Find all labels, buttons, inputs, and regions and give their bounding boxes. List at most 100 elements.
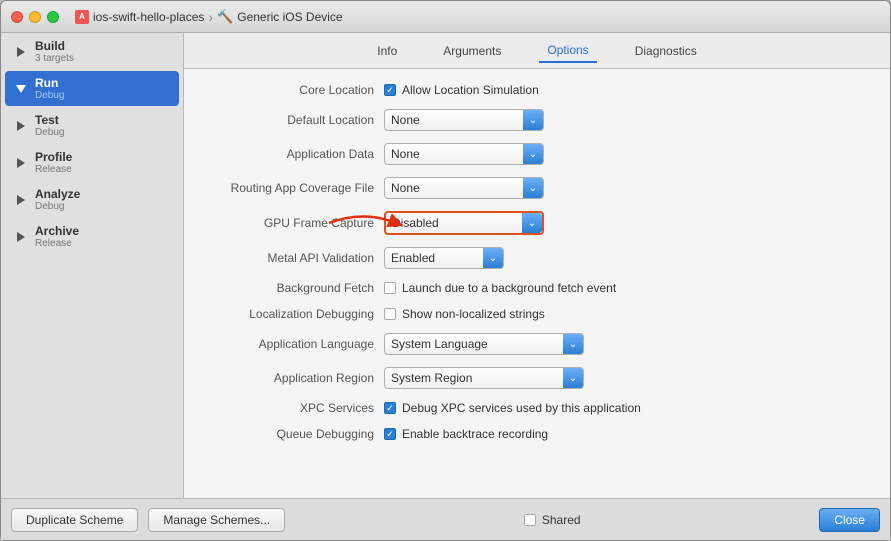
analyze-subtitle: Debug xyxy=(35,201,80,212)
project-name: ios-swift-hello-places xyxy=(93,10,204,24)
application-data-label: Application Data xyxy=(204,147,384,161)
run-title: Run xyxy=(35,76,64,90)
sidebar-item-archive[interactable]: Archive Release xyxy=(5,219,179,254)
gpu-frame-capture-row: GPU Frame Capture Disabled ⌄ xyxy=(204,211,870,235)
test-title: Test xyxy=(35,113,64,127)
core-location-row: Core Location Allow Location Simulation xyxy=(204,83,870,97)
application-data-control: None ⌄ xyxy=(384,143,870,165)
localization-debugging-checkbox[interactable] xyxy=(384,308,396,320)
gpu-frame-capture-arrow: ⌄ xyxy=(522,213,542,233)
sidebar-item-profile[interactable]: Profile Release xyxy=(5,145,179,180)
build-icon xyxy=(13,44,29,60)
close-button[interactable]: Close xyxy=(819,508,880,532)
tab-options[interactable]: Options xyxy=(539,39,596,63)
profile-title: Profile xyxy=(35,150,72,164)
sidebar: Build 3 targets Run Debug xyxy=(1,33,184,498)
analyze-icon xyxy=(13,192,29,208)
localization-debugging-row: Localization Debugging Show non-localize… xyxy=(204,307,870,321)
run-subtitle: Debug xyxy=(35,90,64,101)
core-location-checkbox[interactable] xyxy=(384,84,396,96)
shared-checkbox[interactable] xyxy=(524,514,536,526)
titlebar: A ios-swift-hello-places › 🔨 Generic iOS… xyxy=(1,1,890,33)
routing-app-row: Routing App Coverage File None ⌄ xyxy=(204,177,870,199)
settings-area: Core Location Allow Location Simulation … xyxy=(184,69,890,498)
metal-api-select[interactable]: Enabled ⌄ xyxy=(384,247,504,269)
device-name: Generic iOS Device xyxy=(237,10,342,24)
run-text: Run Debug xyxy=(35,76,64,101)
application-region-row: Application Region System Region ⌄ xyxy=(204,367,870,389)
queue-debugging-control: Enable backtrace recording xyxy=(384,427,870,441)
close-window-button[interactable] xyxy=(11,11,23,23)
analyze-text: Analyze Debug xyxy=(35,187,80,212)
routing-app-label: Routing App Coverage File xyxy=(204,181,384,195)
application-region-select[interactable]: System Region ⌄ xyxy=(384,367,584,389)
sidebar-item-run[interactable]: Run Debug xyxy=(5,71,179,106)
routing-app-select[interactable]: None ⌄ xyxy=(384,177,544,199)
manage-schemes-button[interactable]: Manage Schemes... xyxy=(148,508,285,532)
right-panel: Info Arguments Options Diagnostics Core … xyxy=(184,33,890,498)
application-data-arrow: ⌄ xyxy=(523,144,543,164)
application-language-arrow: ⌄ xyxy=(563,334,583,354)
archive-icon xyxy=(13,229,29,245)
main-content: Build 3 targets Run Debug xyxy=(1,33,890,498)
core-location-checkbox-container[interactable]: Allow Location Simulation xyxy=(384,83,539,97)
xpc-services-checkbox-container[interactable]: Debug XPC services used by this applicat… xyxy=(384,401,641,415)
metal-api-control: Enabled ⌄ xyxy=(384,247,870,269)
application-region-control: System Region ⌄ xyxy=(384,367,870,389)
xpc-services-checkbox[interactable] xyxy=(384,402,396,414)
application-language-value: System Language xyxy=(391,337,488,351)
gpu-frame-capture-control: Disabled ⌄ xyxy=(384,211,870,235)
metal-api-arrow: ⌄ xyxy=(483,248,503,268)
default-location-arrow: ⌄ xyxy=(523,110,543,130)
sidebar-item-test[interactable]: Test Debug xyxy=(5,108,179,143)
routing-app-arrow: ⌄ xyxy=(523,178,543,198)
queue-debugging-checkbox[interactable] xyxy=(384,428,396,440)
queue-debugging-checkbox-container[interactable]: Enable backtrace recording xyxy=(384,427,548,441)
application-region-value: System Region xyxy=(391,371,472,385)
localization-debugging-label: Localization Debugging xyxy=(204,307,384,321)
queue-debugging-checkbox-label: Enable backtrace recording xyxy=(402,427,548,441)
background-fetch-checkbox-container[interactable]: Launch due to a background fetch event xyxy=(384,281,616,295)
duplicate-scheme-button[interactable]: Duplicate Scheme xyxy=(11,508,138,532)
test-subtitle: Debug xyxy=(35,127,64,138)
default-location-row: Default Location None ⌄ xyxy=(204,109,870,131)
localization-debugging-control: Show non-localized strings xyxy=(384,307,870,321)
localization-debugging-checkbox-label: Show non-localized strings xyxy=(402,307,545,321)
profile-text: Profile Release xyxy=(35,150,72,175)
build-title: Build xyxy=(35,39,74,53)
application-data-select[interactable]: None ⌄ xyxy=(384,143,544,165)
xpc-services-checkbox-label: Debug XPC services used by this applicat… xyxy=(402,401,641,415)
sidebar-item-analyze[interactable]: Analyze Debug xyxy=(5,182,179,217)
test-text: Test Debug xyxy=(35,113,64,138)
routing-app-control: None ⌄ xyxy=(384,177,870,199)
profile-icon xyxy=(13,155,29,171)
sidebar-item-build[interactable]: Build 3 targets xyxy=(5,34,179,69)
shared-container: Shared xyxy=(524,513,581,527)
tab-info[interactable]: Info xyxy=(369,40,405,62)
application-language-label: Application Language xyxy=(204,337,384,351)
tab-diagnostics[interactable]: Diagnostics xyxy=(627,40,705,62)
background-fetch-checkbox-label: Launch due to a background fetch event xyxy=(402,281,616,295)
localization-debugging-checkbox-container[interactable]: Show non-localized strings xyxy=(384,307,545,321)
application-language-control: System Language ⌄ xyxy=(384,333,870,355)
default-location-label: Default Location xyxy=(204,113,384,127)
default-location-select[interactable]: None ⌄ xyxy=(384,109,544,131)
breadcrumb: A ios-swift-hello-places › 🔨 Generic iOS… xyxy=(75,9,343,25)
background-fetch-label: Background Fetch xyxy=(204,281,384,295)
queue-debugging-label: Queue Debugging xyxy=(204,427,384,441)
application-language-row: Application Language System Language ⌄ xyxy=(204,333,870,355)
minimize-button[interactable] xyxy=(29,11,41,23)
xpc-services-control: Debug XPC services used by this applicat… xyxy=(384,401,870,415)
queue-debugging-row: Queue Debugging Enable backtrace recordi… xyxy=(204,427,870,441)
gpu-frame-capture-select[interactable]: Disabled ⌄ xyxy=(384,211,544,235)
archive-text: Archive Release xyxy=(35,224,79,249)
application-region-label: Application Region xyxy=(204,371,384,385)
build-text: Build 3 targets xyxy=(35,39,74,64)
tab-arguments[interactable]: Arguments xyxy=(435,40,509,62)
tabs-bar: Info Arguments Options Diagnostics xyxy=(184,33,890,69)
maximize-button[interactable] xyxy=(47,11,59,23)
background-fetch-checkbox[interactable] xyxy=(384,282,396,294)
routing-app-value: None xyxy=(391,181,420,195)
application-language-select[interactable]: System Language ⌄ xyxy=(384,333,584,355)
main-window: A ios-swift-hello-places › 🔨 Generic iOS… xyxy=(0,0,891,541)
